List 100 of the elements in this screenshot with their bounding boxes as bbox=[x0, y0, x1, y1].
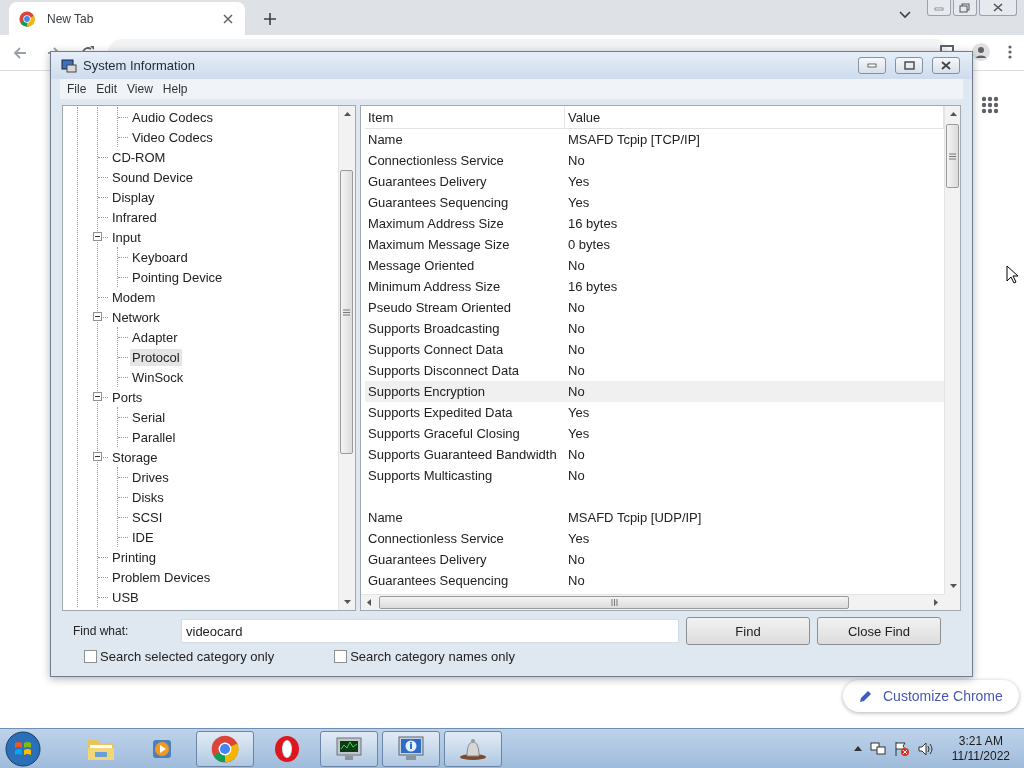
collapse-icon[interactable] bbox=[93, 452, 102, 461]
more-icon[interactable] bbox=[1008, 45, 1012, 59]
close-button[interactable] bbox=[932, 57, 960, 74]
table-row[interactable]: Supports Multicasting No bbox=[365, 465, 944, 486]
close-find-button[interactable]: Close Find bbox=[817, 617, 941, 645]
taskbar-button[interactable] bbox=[320, 730, 378, 767]
chevron-up-icon[interactable] bbox=[853, 746, 862, 751]
checkbox[interactable] bbox=[334, 650, 348, 663]
scrollbar[interactable] bbox=[361, 594, 944, 610]
plus-icon[interactable] bbox=[263, 12, 277, 26]
tree-item[interactable]: CD-ROM bbox=[110, 148, 168, 166]
checkbox[interactable] bbox=[84, 650, 97, 663]
table-row[interactable]: Name MSAFD Tcpip [UDP/IP] bbox=[365, 507, 944, 528]
table-row[interactable]: Message Oriented No bbox=[365, 255, 944, 276]
tree-item[interactable]: Input bbox=[110, 228, 143, 246]
table-row[interactable]: Pseudo Stream Oriented No bbox=[365, 297, 944, 318]
menu-item[interactable]: View bbox=[122, 82, 158, 96]
flag-icon[interactable] bbox=[893, 740, 910, 757]
item-cell-text: Guarantees Sequencing bbox=[367, 573, 510, 588]
table-row[interactable]: Guarantees Delivery No bbox=[365, 549, 944, 570]
table-row[interactable]: Supports Connect Data No bbox=[365, 339, 944, 360]
profile-icon[interactable] bbox=[972, 43, 990, 61]
scroll-right-icon[interactable] bbox=[934, 599, 938, 606]
back-icon[interactable] bbox=[12, 44, 28, 61]
tree-item[interactable]: Network bbox=[110, 308, 162, 326]
tree-item[interactable]: Keyboard bbox=[130, 248, 190, 266]
collapse-icon[interactable] bbox=[93, 312, 102, 321]
menu-item[interactable]: Help bbox=[157, 82, 193, 96]
checkbox-label[interactable]: Search category names only bbox=[350, 649, 515, 664]
table-row[interactable]: Supports Guaranteed Bandwidth No bbox=[365, 444, 944, 465]
tree-item[interactable]: Storage bbox=[110, 448, 160, 466]
table-row[interactable]: Guarantees Sequencing Yes bbox=[365, 192, 944, 213]
scrollbar-thumb[interactable] bbox=[946, 124, 959, 188]
clock[interactable]: 3:21 AM 11/11/2022 bbox=[951, 733, 1010, 764]
tree-item[interactable]: Display bbox=[110, 188, 157, 206]
scrollbar-thumb[interactable] bbox=[379, 596, 849, 609]
table-row[interactable]: Connectionless Service Yes bbox=[365, 528, 944, 549]
table-row[interactable]: Maximum Message Size 0 bytes bbox=[365, 234, 944, 255]
browser-tab[interactable]: New Tab bbox=[9, 2, 245, 35]
tree-item[interactable]: Protocol bbox=[130, 348, 182, 366]
scroll-down-icon[interactable] bbox=[949, 584, 957, 588]
find-field[interactable]: videocard bbox=[181, 619, 679, 643]
restore-button[interactable] bbox=[953, 0, 977, 16]
maximize-button[interactable] bbox=[895, 57, 923, 74]
start-button[interactable] bbox=[4, 729, 42, 768]
scrollbar[interactable] bbox=[338, 106, 355, 610]
tree-item[interactable]: Modem bbox=[110, 288, 158, 306]
collapse-icon[interactable] bbox=[93, 232, 102, 241]
menu-item[interactable]: File bbox=[62, 82, 92, 96]
tree-item[interactable]: Audio Codecs bbox=[130, 108, 215, 126]
value-cell-text: Yes bbox=[567, 174, 591, 189]
tree-item[interactable]: Serial bbox=[130, 408, 168, 426]
table-row[interactable]: Supports Expedited Data Yes bbox=[365, 402, 944, 423]
tree-item[interactable]: Video Codecs bbox=[130, 128, 215, 146]
tree-item[interactable]: Printing bbox=[110, 548, 159, 566]
scroll-down-icon[interactable] bbox=[343, 600, 351, 604]
table-row[interactable]: Supports Broadcasting No bbox=[365, 318, 944, 339]
tree-item[interactable]: USB bbox=[110, 588, 141, 606]
table-row[interactable]: Minimum Address Size 16 bytes bbox=[365, 276, 944, 297]
tree-item[interactable]: Infrared bbox=[110, 208, 159, 226]
taskbar-button[interactable] bbox=[382, 730, 440, 767]
tree-item[interactable]: WinSock bbox=[130, 368, 186, 386]
table-row[interactable]: Maximum Address Size 16 bytes bbox=[365, 213, 944, 234]
close-button[interactable] bbox=[979, 0, 1017, 16]
menu-item[interactable]: Edit bbox=[91, 82, 123, 96]
table-row[interactable]: Supports Encryption No bbox=[365, 381, 944, 402]
tree-item[interactable]: Adapter bbox=[130, 328, 180, 346]
checkbox-label[interactable]: Search selected category only bbox=[100, 649, 275, 664]
customize-chrome-button[interactable]: Customize Chrome bbox=[843, 680, 1019, 712]
tree-item[interactable]: Drives bbox=[130, 468, 171, 486]
tree-item[interactable]: Parallel bbox=[130, 428, 178, 446]
scroll-up-icon[interactable] bbox=[949, 112, 957, 116]
table-row[interactable]: Guarantees Delivery Yes bbox=[365, 171, 944, 192]
scroll-up-icon[interactable] bbox=[343, 112, 351, 116]
tree-item[interactable]: SCSI bbox=[130, 508, 165, 526]
tree-item[interactable]: Disks bbox=[130, 488, 166, 506]
scrollbar-thumb[interactable] bbox=[340, 170, 353, 454]
speaker-icon[interactable] bbox=[917, 740, 934, 757]
tree-item[interactable]: Ports bbox=[110, 388, 145, 406]
item-cell-text: Supports Expedited Data bbox=[367, 405, 514, 420]
find-button[interactable]: Find bbox=[686, 617, 810, 645]
tree-item[interactable]: Sound Device bbox=[110, 168, 195, 186]
apps-grid-icon[interactable] bbox=[981, 96, 999, 114]
column-header[interactable]: Item bbox=[365, 106, 565, 128]
table-row[interactable]: Name MSAFD Tcpip [TCP/IP] bbox=[365, 129, 944, 150]
close-icon[interactable] bbox=[221, 11, 235, 26]
collapse-icon[interactable] bbox=[93, 392, 102, 401]
tree-item[interactable]: Pointing Device bbox=[130, 268, 225, 286]
table-row[interactable]: Supports Disconnect Data No bbox=[365, 360, 944, 381]
network-icon[interactable] bbox=[869, 740, 886, 757]
scrollbar[interactable] bbox=[944, 106, 960, 594]
table-row[interactable]: Connectionless Service No bbox=[365, 150, 944, 171]
chevron-down-icon[interactable] bbox=[898, 10, 912, 20]
tree-item[interactable]: IDE bbox=[130, 528, 156, 546]
taskbar-button[interactable] bbox=[444, 730, 502, 767]
table-row[interactable]: Guarantees Sequencing No bbox=[365, 570, 944, 591]
tree-item[interactable]: Problem Devices bbox=[110, 568, 213, 586]
minimize-button[interactable] bbox=[858, 57, 886, 74]
scroll-left-icon[interactable] bbox=[367, 599, 371, 606]
table-row[interactable]: Supports Graceful Closing Yes bbox=[365, 423, 944, 444]
